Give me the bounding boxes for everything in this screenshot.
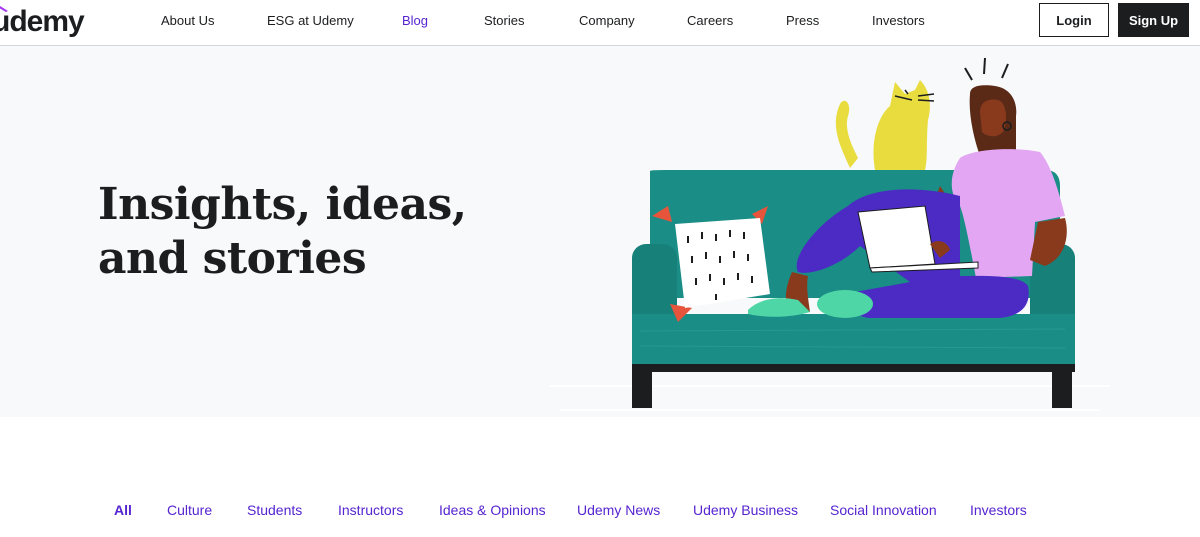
category-ideas-opinions[interactable]: Ideas & Opinions bbox=[439, 502, 546, 518]
hero-title: Insights, ideas, and stories bbox=[98, 179, 467, 284]
category-instructors[interactable]: Instructors bbox=[338, 502, 403, 518]
signup-button[interactable]: Sign Up bbox=[1118, 3, 1189, 37]
cat-figure bbox=[835, 80, 935, 170]
category-social-innovation[interactable]: Social Innovation bbox=[830, 502, 937, 518]
nav-about-us[interactable]: About Us bbox=[161, 13, 214, 28]
nav-careers[interactable]: Careers bbox=[687, 13, 733, 28]
nav-company[interactable]: Company bbox=[579, 13, 635, 28]
login-button[interactable]: Login bbox=[1039, 3, 1109, 37]
nav-stories[interactable]: Stories bbox=[484, 13, 524, 28]
nav-press[interactable]: Press bbox=[786, 13, 819, 28]
category-investors[interactable]: Investors bbox=[970, 502, 1027, 518]
category-culture[interactable]: Culture bbox=[167, 502, 212, 518]
nav-blog[interactable]: Blog bbox=[402, 13, 428, 28]
hero-section: Insights, ideas, and stories bbox=[0, 46, 1200, 417]
nav-esg-at-udemy[interactable]: ESG at Udemy bbox=[267, 13, 354, 28]
category-udemy-business[interactable]: Udemy Business bbox=[693, 502, 798, 518]
category-udemy-news[interactable]: Udemy News bbox=[577, 502, 660, 518]
nav-investors[interactable]: Investors bbox=[872, 13, 925, 28]
hero-illustration bbox=[550, 57, 1110, 411]
logo-wordmark: udemy bbox=[0, 5, 85, 38]
category-nav: All Culture Students Instructors Ideas &… bbox=[0, 490, 1200, 530]
site-header: udemy About Us ESG at Udemy Blog Stories… bbox=[0, 0, 1200, 46]
category-all[interactable]: All bbox=[114, 502, 132, 518]
category-students[interactable]: Students bbox=[247, 502, 302, 518]
